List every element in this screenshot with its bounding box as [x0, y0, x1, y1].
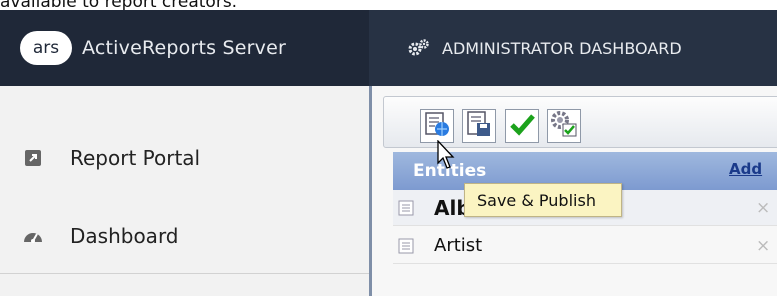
app-logo: ars [20, 31, 72, 65]
brand[interactable]: ars ActiveReports Server [0, 10, 369, 86]
sidebar-divider [0, 273, 369, 274]
save-publish-button[interactable] [420, 109, 454, 143]
sidebar-item-dashboard[interactable]: Dashboard [0, 206, 369, 266]
admin-dashboard-label: ADMINISTRATOR DASHBOARD [442, 38, 682, 58]
add-entity-link[interactable]: Add [729, 160, 762, 178]
save-model-button[interactable] [462, 109, 496, 143]
gears-icon [408, 39, 430, 57]
remove-icon[interactable]: × [756, 198, 770, 218]
table-icon [398, 200, 416, 216]
sidebar-item-label: Dashboard [70, 224, 179, 248]
gears-check-icon [550, 110, 578, 142]
pointer-cursor-icon [437, 139, 457, 174]
floppy-document-icon [465, 110, 493, 142]
settings-button[interactable] [547, 109, 581, 143]
app-name: ActiveReports Server [82, 37, 287, 59]
top-bar: ars ActiveReports Server ADMINISTRATOR D… [0, 10, 777, 86]
sidebar-item-report-portal[interactable]: Report Portal [0, 128, 369, 188]
sidebar-item-label: Report Portal [70, 146, 201, 170]
tooltip: Save & Publish [464, 183, 622, 217]
remove-icon[interactable]: × [756, 236, 770, 256]
document-text: available to report creators. [0, 0, 238, 10]
table-icon [398, 238, 416, 254]
sidebar: Report Portal Dashboard [0, 86, 369, 296]
admin-dashboard-link[interactable]: ADMINISTRATOR DASHBOARD [408, 10, 682, 86]
globe-document-icon [423, 110, 451, 142]
validate-button[interactable] [505, 109, 539, 143]
table-row[interactable]: Artist × [393, 228, 777, 264]
checkmark-icon [508, 110, 536, 142]
external-link-icon [22, 147, 44, 169]
entity-label: Artist [434, 235, 483, 256]
speedometer-icon [22, 225, 44, 247]
